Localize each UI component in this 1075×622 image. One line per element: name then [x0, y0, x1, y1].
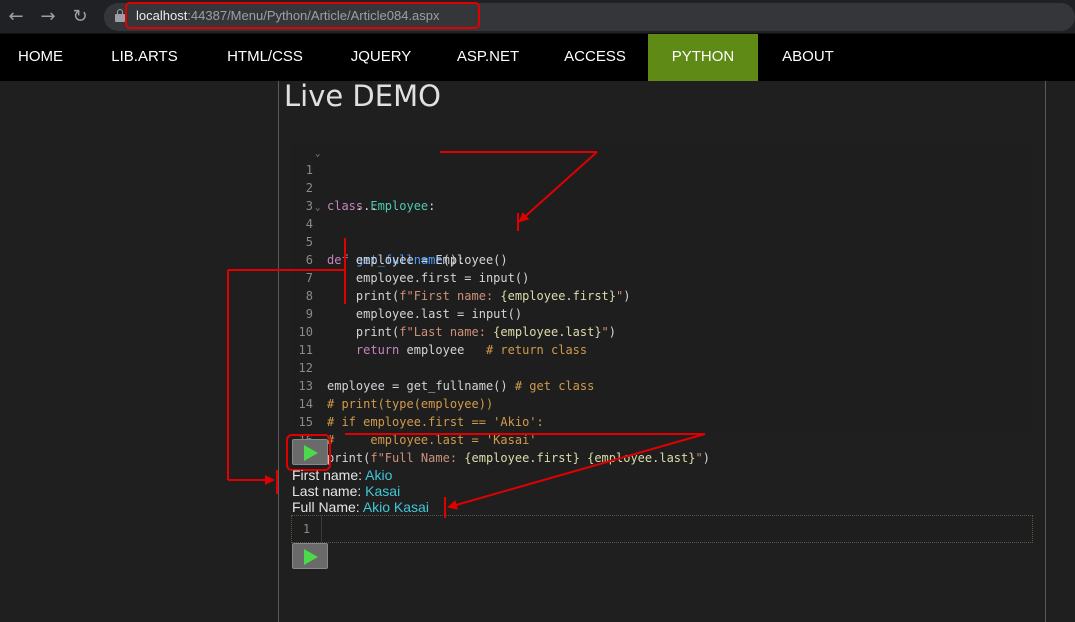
lock-icon[interactable]: [115, 9, 125, 22]
output-label: Full Name:: [292, 499, 363, 515]
code-line[interactable]: 11: [291, 323, 1033, 357]
nav-item-lib-arts[interactable]: LIB.ARTS: [96, 34, 193, 81]
back-arrow-icon[interactable]: ←: [4, 5, 28, 29]
output-label: Last name:: [292, 483, 366, 499]
run-button-2[interactable]: [292, 543, 328, 569]
nav-item-access[interactable]: ACCESS: [552, 34, 638, 81]
code-line[interactable]: 12 employee = get_fullname() # get class: [291, 341, 1033, 393]
output-line-last-name: Last name: Kasai: [292, 483, 400, 499]
nav-item-about[interactable]: ABOUT: [768, 34, 848, 81]
run-button-annotation-box: [286, 434, 331, 471]
content-border-left: [278, 81, 279, 622]
code-line[interactable]: 5 employee = Employee(): [291, 215, 1033, 267]
nav-item-home[interactable]: HOME: [0, 34, 81, 81]
code-line[interactable]: 8 employee.last = input(): [291, 269, 1033, 321]
nav-item-jquery[interactable]: JQUERY: [338, 34, 424, 81]
browser-toolbar: ← → ↻ localhost:44387/Menu/Python/Articl…: [0, 0, 1075, 34]
code-line[interactable]: 13 # print(type(employee)): [291, 359, 1033, 411]
output-label: First name:: [292, 467, 366, 483]
output-line-first-name: First name: Akio: [292, 467, 392, 483]
code-line[interactable]: 7 print(f"First name: {employee.first}"): [291, 251, 1033, 303]
output-value: Akio: [365, 467, 393, 483]
code-line[interactable]: 4 ⌄ def get_fullname():: [291, 197, 1033, 267]
output-value: Kasai: [365, 483, 401, 499]
line-number: 1: [292, 516, 322, 542]
output-line-full-name: Full Name: Akio Kasai: [292, 499, 429, 515]
nav-item-asp-net[interactable]: ASP.NET: [444, 34, 532, 81]
code-line[interactable]: 2 ...: [291, 161, 1033, 213]
code-editor[interactable]: 1 ⌄ class Employee: 2 ... 3 4 ⌄ def get_…: [291, 142, 1033, 465]
reload-icon[interactable]: ↻: [68, 5, 92, 29]
code-editor-2[interactable]: 1: [291, 515, 1033, 543]
top-navigation: HOME LIB.ARTS HTML/CSS JQUERY ASP.NET AC…: [0, 34, 1075, 81]
code-text: # employee.last = 'Kasai': [327, 433, 537, 447]
url-annotation-box: [125, 2, 480, 29]
code-line[interactable]: 14 # if employee.first == 'Akio':: [291, 377, 1033, 429]
nav-item-html-css[interactable]: HTML/CSS: [212, 34, 318, 81]
forward-arrow-icon[interactable]: →: [36, 5, 60, 29]
content-border-right: [1045, 81, 1046, 622]
code-line[interactable]: 16 print(f"Full Name: {employee.first} {…: [291, 413, 1033, 465]
code-line[interactable]: 15 # employee.last = 'Kasai': [291, 395, 1033, 447]
code-line[interactable]: 6 employee.first = input(): [291, 233, 1033, 285]
output-value: Akio Kasai: [362, 499, 429, 515]
play-icon: [304, 549, 318, 565]
code-text: print(f"Full Name: {employee.first} {emp…: [327, 451, 710, 465]
code-line[interactable]: 3: [291, 179, 1033, 213]
code-line[interactable]: 9 print(f"Last name: {employee.last}"): [291, 287, 1033, 339]
code-line[interactable]: 1 ⌄ class Employee:: [291, 143, 1033, 213]
code-line[interactable]: 10 return employee # return class: [291, 305, 1033, 357]
page-title: Live DEMO: [284, 79, 441, 113]
nav-item-python[interactable]: PYTHON: [648, 34, 758, 81]
